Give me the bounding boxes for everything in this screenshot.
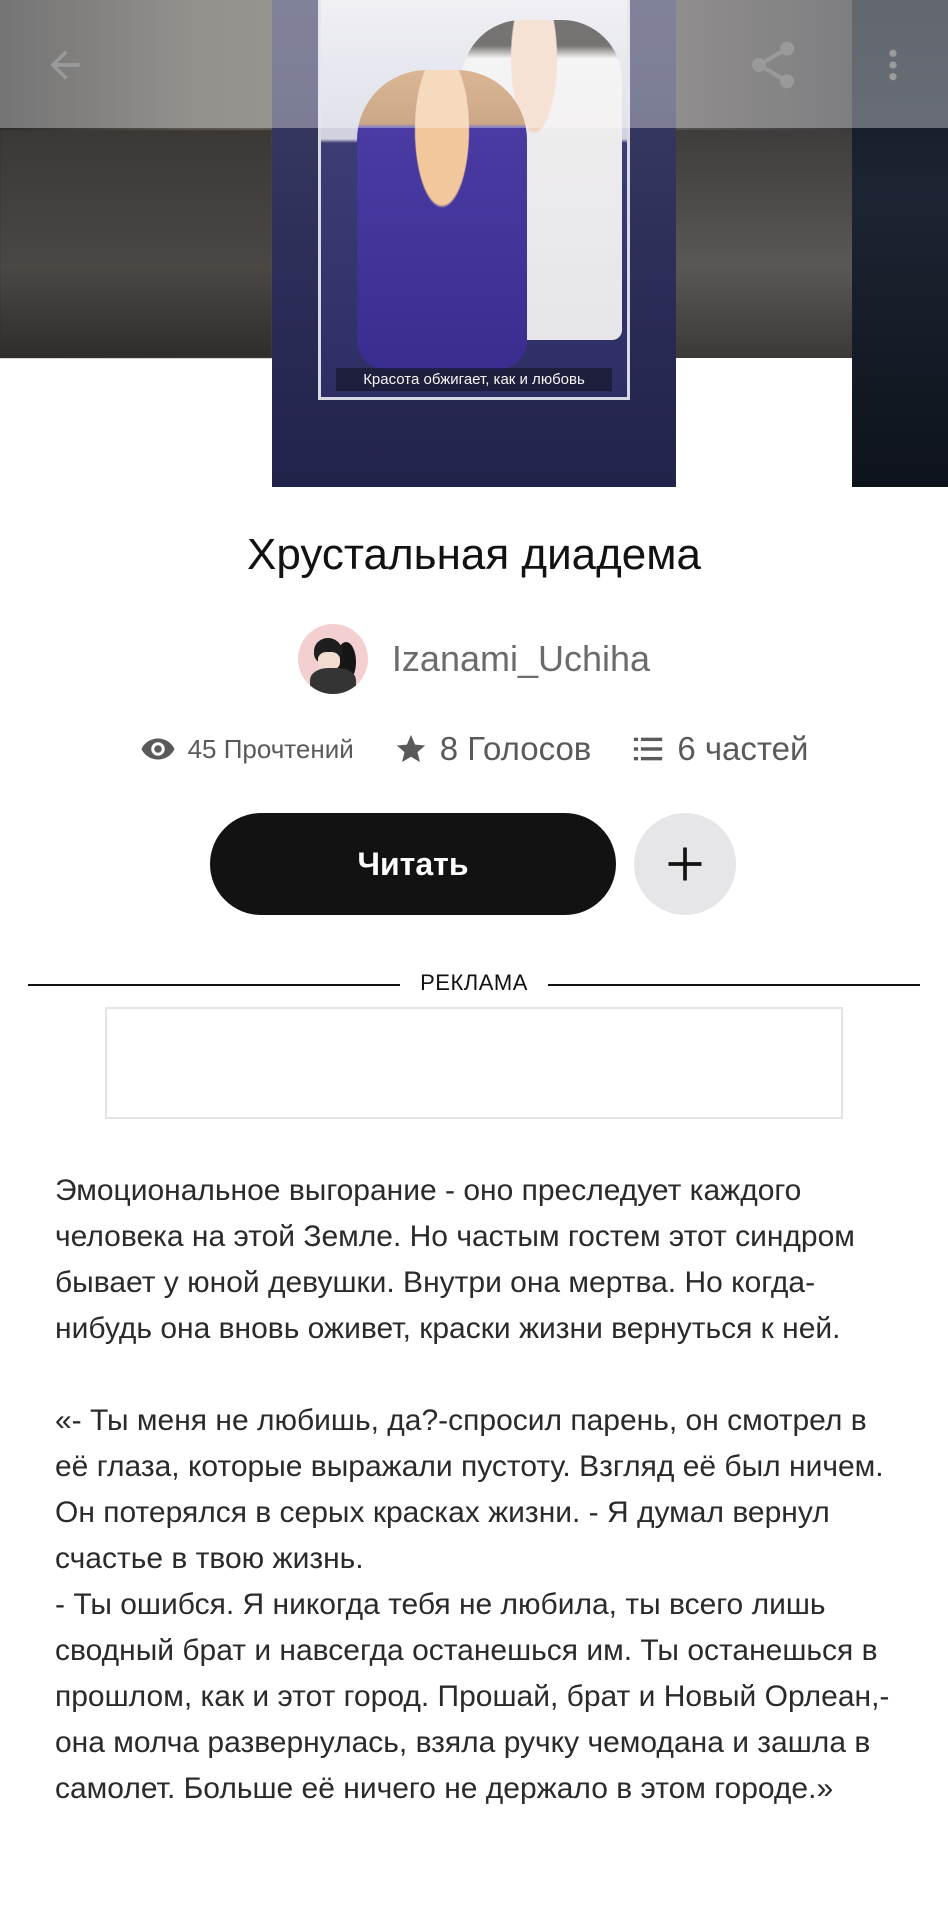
votes-stat: 8 Голосов <box>394 730 592 768</box>
story-description: Эмоциональное выгорание - оно преследует… <box>55 1168 905 1812</box>
author-row[interactable]: Izanami_Uchiha <box>0 624 948 694</box>
cover-thumbnail-right[interactable] <box>676 130 852 358</box>
reads-stat: 45 Прочтений <box>140 731 354 767</box>
avatar[interactable] <box>297 624 368 694</box>
top-app-bar <box>0 0 948 128</box>
parts-stat[interactable]: 6 частей <box>631 730 808 768</box>
share-icon <box>752 41 794 89</box>
parts-count[interactable]: 6 частей <box>677 730 808 768</box>
list-icon <box>634 737 663 761</box>
arrow-left-icon <box>50 50 80 80</box>
more-options-button[interactable] <box>858 30 928 100</box>
cover-caption: Красота обжигает, как и любовь <box>336 368 612 391</box>
star-icon <box>396 734 425 763</box>
share-button[interactable] <box>738 30 808 100</box>
description-paragraph: «- Ты меня не любишь, да?-спросил парень… <box>55 1404 890 1805</box>
reads-count: 45 Прочтений <box>187 733 354 764</box>
more-vertical-icon <box>889 49 897 81</box>
read-button[interactable]: Читать <box>210 813 616 915</box>
ad-slot[interactable] <box>105 1007 843 1119</box>
description-paragraph: Эмоциональное выгорание - оно преследует… <box>55 1174 855 1345</box>
back-button[interactable] <box>30 30 100 100</box>
book-title: Хрустальная диадема <box>247 530 701 579</box>
story-stats: 45 Прочтений 8 Голосов 6 частей <box>0 730 948 768</box>
author-name[interactable]: Izanami_Uchiha <box>392 638 650 680</box>
plus-icon <box>668 847 702 881</box>
votes-count: 8 Голосов <box>439 730 592 767</box>
eye-icon <box>141 738 175 760</box>
add-to-library-button[interactable] <box>634 813 736 915</box>
cover-thumbnail-left[interactable] <box>0 130 272 358</box>
ad-label: РЕКЛАМА <box>400 970 548 996</box>
